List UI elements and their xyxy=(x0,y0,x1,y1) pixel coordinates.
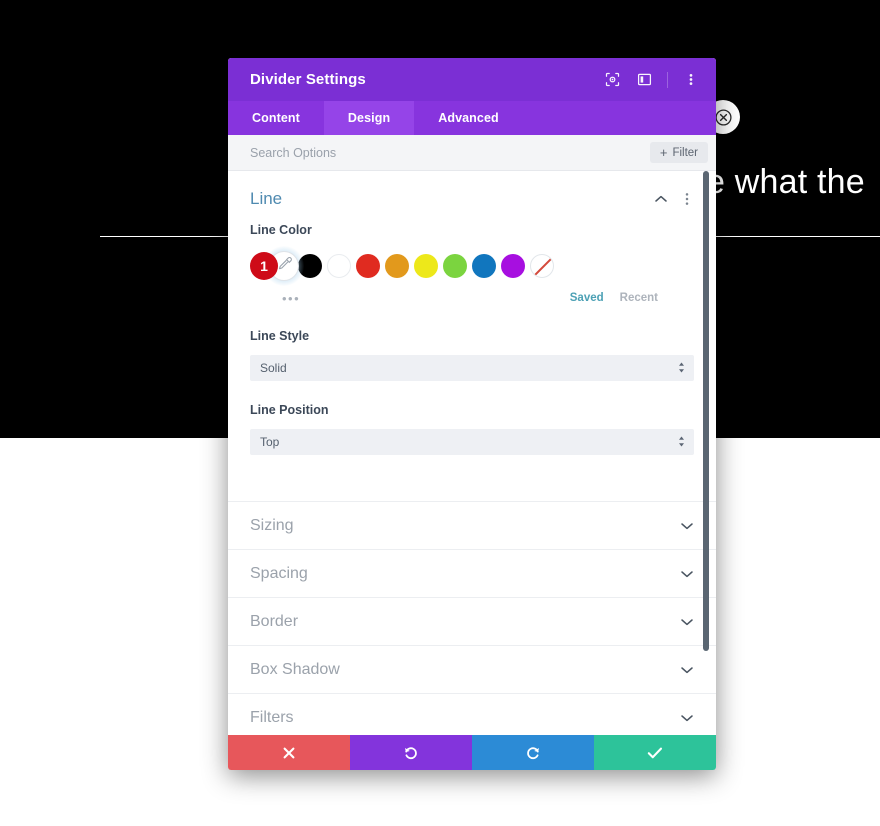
modal-tab-bar: Content Design Advanced xyxy=(228,101,716,135)
scrollbar-thumb[interactable] xyxy=(703,171,709,651)
swatch-transparent[interactable] xyxy=(530,254,554,278)
field-line-style: Line Style Solid xyxy=(228,329,716,381)
close-circle-icon xyxy=(714,108,732,126)
section-sizing-label: Sizing xyxy=(250,516,294,534)
modal-titlebar: Divider Settings xyxy=(228,58,716,101)
section-filters[interactable]: Filters xyxy=(228,693,716,735)
section-border-label: Border xyxy=(250,612,299,630)
swatch-orange[interactable] xyxy=(385,254,409,278)
section-sizing[interactable]: Sizing xyxy=(228,501,716,549)
modal-action-bar xyxy=(228,735,716,770)
tab-advanced[interactable]: Advanced xyxy=(414,101,523,135)
titlebar-icon-group xyxy=(603,71,700,89)
field-line-position: Line Position Top xyxy=(228,403,716,455)
settings-scroll-body[interactable]: Line Line Color 1 ••• Saved Recent Line … xyxy=(228,171,716,735)
plus-icon: + xyxy=(659,145,668,160)
screen: e what the Divider Settings Content Desi… xyxy=(0,0,880,826)
section-line-controls xyxy=(654,192,694,206)
swatch-white[interactable] xyxy=(327,254,351,278)
modal-title: Divider Settings xyxy=(250,71,366,88)
chevron-down-icon[interactable] xyxy=(680,711,694,725)
chevron-down-icon[interactable] xyxy=(680,615,694,629)
layout-panel-icon[interactable] xyxy=(635,71,653,89)
section-box-shadow[interactable]: Box Shadow xyxy=(228,645,716,693)
chevron-down-icon[interactable] xyxy=(680,663,694,677)
checkmark-icon xyxy=(647,746,663,760)
section-spacing-label: Spacing xyxy=(250,564,308,582)
undo-button[interactable] xyxy=(350,735,472,770)
line-color-label: Line Color xyxy=(250,223,312,237)
section-spacing[interactable]: Spacing xyxy=(228,549,716,597)
target-focus-icon[interactable] xyxy=(603,71,621,89)
line-color-meta-row: ••• Saved Recent xyxy=(250,289,694,307)
filter-button[interactable]: + Filter xyxy=(649,142,708,163)
swatch-purple[interactable] xyxy=(501,254,525,278)
hero-heading-text: e what the xyxy=(706,163,865,201)
save-button[interactable] xyxy=(594,735,716,770)
tab-saved-colors[interactable]: Saved xyxy=(570,292,604,304)
scrollbar-track[interactable] xyxy=(703,171,713,735)
tab-design[interactable]: Design xyxy=(323,101,415,135)
swatch-red[interactable] xyxy=(356,254,380,278)
more-horizontal-icon[interactable]: ••• xyxy=(282,292,300,305)
more-vertical-icon[interactable] xyxy=(682,71,700,89)
chevron-down-icon[interactable] xyxy=(680,567,694,581)
tab-content[interactable]: Content xyxy=(228,101,324,135)
close-icon xyxy=(282,746,296,760)
chevron-up-icon[interactable] xyxy=(654,192,668,206)
undo-icon xyxy=(403,745,419,761)
section-line-title: Line xyxy=(250,189,283,208)
section-filters-label: Filters xyxy=(250,708,294,726)
titlebar-separator xyxy=(667,71,668,88)
eyedropper-group: 1 xyxy=(250,246,304,286)
field-line-color: Line Color 1 ••• Saved Recent xyxy=(228,223,716,307)
tab-recent-colors[interactable]: Recent xyxy=(620,292,658,304)
search-input[interactable] xyxy=(250,145,650,160)
divider-settings-modal: Divider Settings Content Design Advanced… xyxy=(228,58,716,770)
section-border[interactable]: Border xyxy=(228,597,716,645)
cancel-button[interactable] xyxy=(228,735,350,770)
chevron-down-icon[interactable] xyxy=(680,519,694,533)
line-color-swatch-row: 1 xyxy=(250,246,694,286)
filter-button-label: Filter xyxy=(672,146,698,159)
section-box-shadow-label: Box Shadow xyxy=(250,660,340,678)
line-position-label: Line Position xyxy=(250,403,329,417)
eyedropper-icon xyxy=(276,255,293,277)
swatch-blue[interactable] xyxy=(472,254,496,278)
redo-icon xyxy=(525,745,541,761)
line-position-select[interactable]: Top xyxy=(250,429,694,455)
line-style-select[interactable]: Solid xyxy=(250,355,694,381)
swatch-green[interactable] xyxy=(443,254,467,278)
color-palette-tabs: Saved Recent xyxy=(570,292,694,304)
line-style-select-wrap: Solid xyxy=(250,355,694,381)
swatch-yellow[interactable] xyxy=(414,254,438,278)
section-line-header[interactable]: Line xyxy=(228,171,716,223)
step-badge-1: 1 xyxy=(250,252,278,280)
line-position-select-wrap: Top xyxy=(250,429,694,455)
section-line-more-vertical-icon[interactable] xyxy=(680,192,694,206)
redo-button[interactable] xyxy=(472,735,594,770)
search-options-row: + Filter xyxy=(228,135,716,171)
line-style-label: Line Style xyxy=(250,329,310,343)
